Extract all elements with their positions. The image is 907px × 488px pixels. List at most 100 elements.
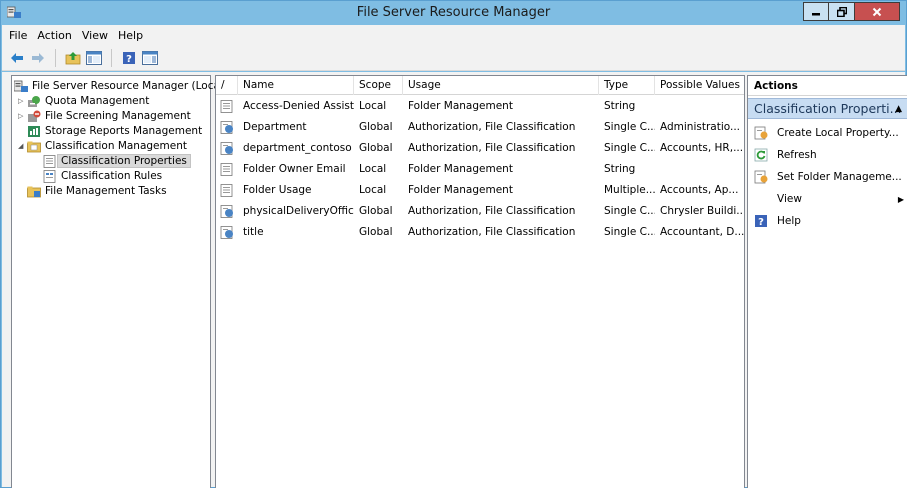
tree-item-quota-management[interactable]: ▷ Quota Management (18, 94, 149, 108)
menu-view[interactable]: View (79, 29, 115, 42)
cell-usage: Authorization, File Classification (408, 205, 576, 217)
show-hide-console-tree-button[interactable] (85, 49, 103, 67)
tree-item-classification-properties[interactable]: Classification Properties (43, 154, 191, 168)
title-bar[interactable]: File Server Resource Manager (1, 1, 906, 25)
fsrm-root-icon (14, 80, 28, 92)
collapse-section-icon[interactable]: ▲ (895, 104, 902, 114)
minimize-button[interactable] (803, 2, 829, 21)
actions-pane: Actions Classification Properti... ▲ Cre… (747, 75, 907, 488)
cell-type: Single C... (604, 205, 655, 217)
folder-management-icon (754, 170, 768, 184)
classification-folder-icon (27, 141, 41, 152)
tree-item-classification-rules[interactable]: Classification Rules (43, 169, 162, 183)
show-hide-action-pane-button[interactable] (141, 49, 159, 67)
table-row[interactable]: Folder Usage Local Folder Management Mul… (216, 180, 744, 201)
cell-usage: Folder Management (408, 163, 513, 175)
actions-section-classification-properties[interactable]: Classification Properti... ▲ (748, 98, 907, 119)
tree-item-file-screening-management[interactable]: ▷ File Screening Management (18, 109, 191, 123)
cell-type: String (604, 163, 636, 175)
property-page-icon (220, 100, 233, 113)
up-folder-icon (65, 51, 81, 64)
quota-icon (28, 95, 40, 107)
column-header-usage[interactable]: Usage (403, 76, 599, 95)
column-header-scope[interactable]: Scope (354, 76, 403, 95)
global-property-icon (220, 121, 233, 134)
toolbar-separator (111, 48, 112, 67)
table-row[interactable]: department_contoso Global Authorization,… (216, 138, 744, 159)
cell-usage: Authorization, File Classification (408, 121, 576, 133)
menu-help[interactable]: Help (115, 29, 150, 42)
action-set-folder-management[interactable]: Set Folder Manageme... (748, 166, 907, 188)
cell-scope: Global (359, 226, 393, 238)
cell-usage: Folder Management (408, 100, 513, 112)
cell-scope: Local (359, 184, 387, 196)
tree-item-storage-reports-management[interactable]: Storage Reports Management (27, 124, 202, 138)
close-button[interactable] (855, 2, 900, 21)
column-sort-indicator[interactable]: / (216, 76, 238, 95)
action-pane-icon (142, 50, 158, 65)
column-header-possible-values[interactable]: Possible Values (655, 76, 744, 95)
help-icon: ? (755, 215, 767, 228)
cell-possible-values: Chrysler Buildi... (660, 205, 744, 217)
file-management-tasks-icon (27, 186, 41, 197)
table-row[interactable]: physicalDeliveryOffic... Global Authoriz… (216, 201, 744, 222)
svg-text:?: ? (758, 217, 764, 228)
global-property-icon (220, 226, 233, 239)
expand-arrow-icon[interactable]: ▷ (18, 97, 27, 105)
menu-file[interactable]: File (6, 29, 34, 42)
property-page-icon (43, 154, 56, 168)
up-one-level-button[interactable] (64, 49, 82, 67)
tree-item-label: File Management Tasks (45, 185, 167, 197)
refresh-icon (754, 148, 768, 162)
tree-item-label: Classification Properties (57, 154, 191, 168)
actions-section-label: Classification Properti... (754, 101, 902, 116)
action-create-local-property[interactable]: Create Local Property... (748, 122, 907, 144)
table-row[interactable]: Access-Denied Assist... Local Folder Man… (216, 96, 744, 117)
action-help[interactable]: ? Help (748, 210, 907, 232)
console-tree[interactable]: File Server Resource Manager (Local) ▷ Q… (11, 75, 227, 488)
cell-name: title (243, 226, 264, 238)
menu-bar: File Action View Help (2, 25, 905, 45)
forward-button[interactable] (29, 49, 47, 67)
tree-item-classification-management[interactable]: ◢ Classification Management (18, 139, 187, 153)
tree-root[interactable]: File Server Resource Manager (Local) (14, 79, 227, 93)
cell-type: Multiple... (604, 184, 655, 196)
action-label: Create Local Property... (777, 127, 899, 139)
actions-header: Actions (748, 76, 907, 96)
column-header-row: / Name Scope Usage Type Possible Values (216, 76, 744, 95)
cell-name: department_contoso (243, 142, 352, 154)
tree-item-file-management-tasks[interactable]: File Management Tasks (27, 184, 167, 198)
cell-usage: Folder Management (408, 184, 513, 196)
restore-icon (836, 6, 847, 17)
table-row[interactable]: Folder Owner Email Local Folder Manageme… (216, 159, 744, 180)
column-header-type[interactable]: Type (599, 76, 655, 95)
table-row[interactable]: title Global Authorization, File Classif… (216, 222, 744, 243)
action-label: Refresh (777, 149, 817, 161)
cell-name: Access-Denied Assist... (243, 100, 354, 112)
global-property-icon (220, 142, 233, 155)
cell-name: physicalDeliveryOffic... (243, 205, 354, 217)
cell-name: Folder Owner Email (243, 163, 346, 175)
collapse-arrow-icon[interactable]: ◢ (18, 142, 27, 150)
action-refresh[interactable]: Refresh (748, 144, 907, 166)
expand-arrow-icon[interactable]: ▷ (18, 112, 27, 120)
tree-item-label: Classification Rules (61, 170, 163, 182)
cell-usage: Authorization, File Classification (408, 142, 576, 154)
help-toolbar-button[interactable]: ? (120, 49, 138, 67)
cell-scope: Global (359, 121, 393, 133)
property-page-icon (220, 184, 233, 197)
restore-button[interactable] (829, 2, 855, 21)
cell-scope: Global (359, 142, 393, 154)
cell-possible-values: Accounts, Ap... (660, 184, 739, 196)
console-tree-icon (86, 50, 102, 65)
tree-item-label: Classification Management (45, 140, 187, 152)
cell-possible-values: Accountant, D... (660, 226, 744, 238)
cell-possible-values (655, 96, 744, 117)
cell-possible-values: Accounts, HR,... (660, 142, 744, 154)
property-list[interactable]: / Name Scope Usage Type Possible Values … (215, 75, 745, 488)
action-view[interactable]: View ▶ (748, 188, 907, 210)
table-row[interactable]: Department Global Authorization, File Cl… (216, 117, 744, 138)
menu-action[interactable]: Action (34, 29, 78, 42)
column-header-name[interactable]: Name (238, 76, 354, 95)
back-button[interactable] (8, 49, 26, 67)
